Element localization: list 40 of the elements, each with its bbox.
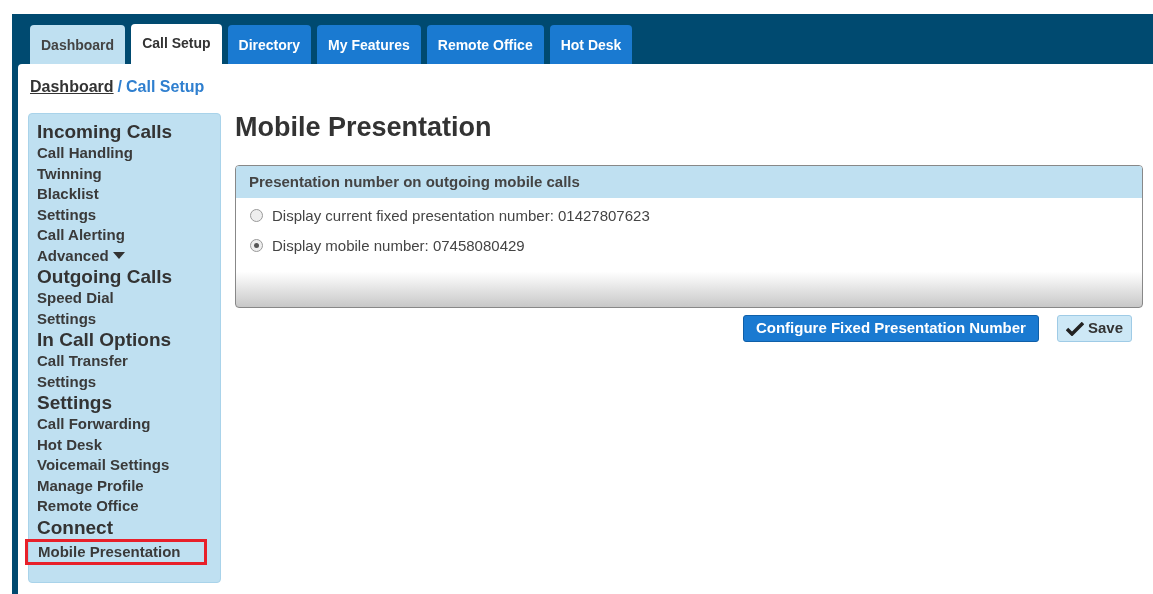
sidebar-link[interactable]: Blacklist xyxy=(37,184,99,205)
nav-tab[interactable]: Call Setup xyxy=(131,24,222,64)
breadcrumb-current: Call Setup xyxy=(126,77,205,97)
sidebar-heading: Incoming Calls xyxy=(37,121,174,143)
nav-tab[interactable]: Dashboard xyxy=(30,25,126,64)
radio-button[interactable] xyxy=(250,209,263,222)
radio-label: Display mobile number: 07458080429 xyxy=(272,236,525,255)
breadcrumb-separator: / xyxy=(117,77,123,97)
sidebar-link[interactable]: Twinning xyxy=(37,163,102,184)
sidebar-link[interactable]: Call Alerting xyxy=(37,225,125,246)
sidebar-link[interactable]: Call Transfer xyxy=(37,351,128,372)
sidebar-link[interactable]: Voicemail Settings xyxy=(37,455,170,476)
nav-tab[interactable]: Hot Desk xyxy=(549,25,633,64)
sidebar-link[interactable]: Call Forwarding xyxy=(37,414,151,435)
sidebar-link[interactable]: Settings xyxy=(37,308,97,329)
nav-tab[interactable]: Directory xyxy=(227,25,312,64)
sidebar-link[interactable]: Remote Office xyxy=(37,496,139,517)
sidebar-heading: Settings xyxy=(37,392,113,414)
sidebar-heading: In Call Options xyxy=(37,329,173,351)
radio-button[interactable] xyxy=(250,239,263,252)
page-title: Mobile Presentation xyxy=(235,111,493,143)
configure-button[interactable]: Configure Fixed Presentation Number xyxy=(742,315,1039,342)
breadcrumb-link[interactable]: Dashboard xyxy=(30,75,114,99)
nav-tab[interactable]: Remote Office xyxy=(426,25,544,64)
sidebar-link[interactable]: Settings xyxy=(37,371,97,392)
checkmark-icon xyxy=(1065,321,1084,336)
sidebar-link[interactable]: Speed Dial xyxy=(37,288,114,309)
radio-label: Display current fixed presentation number: 01427807623 xyxy=(272,206,650,225)
panel-heading: Presentation number on outgoing mobile calls xyxy=(236,166,1142,198)
sidebar-heading: Outgoing Calls xyxy=(37,266,174,288)
sidebar-link[interactable]: Advanced xyxy=(37,245,109,266)
sidebar-link[interactable]: Settings xyxy=(37,204,97,225)
sidebar-link[interactable]: Mobile Presentation xyxy=(38,541,181,562)
sidebar-link[interactable]: Manage Profile xyxy=(37,475,144,496)
sidebar-link[interactable]: Hot Desk xyxy=(37,434,103,455)
sidebar-link[interactable]: Call Handling xyxy=(37,143,133,164)
caret-down-icon xyxy=(112,251,125,260)
save-button[interactable]: Save xyxy=(1056,315,1132,342)
nav-tab[interactable]: My Features xyxy=(317,25,421,64)
sidebar-heading: Connect xyxy=(37,516,114,539)
